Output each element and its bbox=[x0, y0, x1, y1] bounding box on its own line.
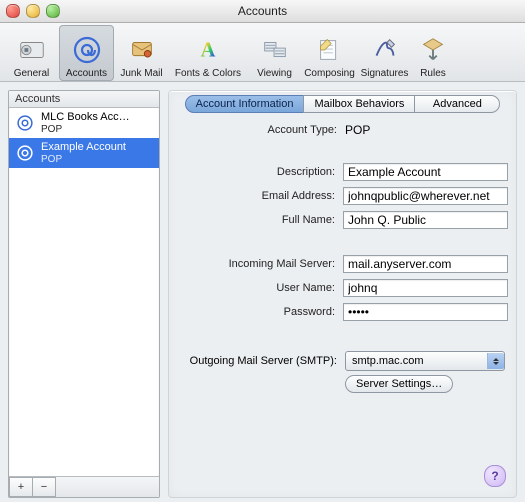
rules-icon bbox=[416, 33, 450, 67]
zoom-icon[interactable] bbox=[46, 4, 60, 18]
password-label: Password: bbox=[177, 306, 335, 318]
at-icon bbox=[15, 143, 35, 163]
email-input[interactable] bbox=[343, 187, 508, 205]
toolbar-item-general[interactable]: General bbox=[4, 25, 59, 81]
smtp-popup[interactable]: smtp.mac.com bbox=[345, 351, 505, 371]
compose-icon bbox=[313, 33, 347, 67]
tab-advanced[interactable]: Advanced bbox=[414, 95, 500, 113]
description-label: Description: bbox=[177, 166, 335, 178]
minimize-icon[interactable] bbox=[26, 4, 40, 18]
password-input[interactable] bbox=[343, 303, 508, 321]
toolbar-label: Accounts bbox=[66, 68, 107, 79]
account-type-value: POP bbox=[345, 123, 370, 137]
toolbar-label: Junk Mail bbox=[120, 68, 162, 79]
toolbar-label: Composing bbox=[304, 68, 355, 79]
smtp-label: Outgoing Mail Server (SMTP): bbox=[177, 355, 337, 367]
toolbar-label: Fonts & Colors bbox=[175, 68, 241, 79]
toolbar-item-fonts[interactable]: A Fonts & Colors bbox=[169, 25, 247, 81]
account-type-label: Account Type: bbox=[177, 124, 337, 136]
fonts-icon: A bbox=[191, 33, 225, 67]
email-label: Email Address: bbox=[177, 190, 335, 202]
toolbar-item-junk[interactable]: Junk Mail bbox=[114, 25, 169, 81]
tab-account-info[interactable]: Account Information bbox=[185, 95, 305, 113]
toolbar-label: Signatures bbox=[361, 68, 409, 79]
detail-tabs: Account Information Mailbox Behaviors Ad… bbox=[177, 95, 508, 113]
account-details-panel: Account Information Mailbox Behaviors Ad… bbox=[168, 90, 517, 498]
account-name: Example Account bbox=[41, 141, 126, 153]
toolbar-item-accounts[interactable]: Accounts bbox=[59, 25, 114, 81]
window-titlebar: Accounts bbox=[0, 0, 525, 23]
preferences-toolbar: General Accounts Junk Mail A Fonts & Col… bbox=[0, 23, 525, 82]
username-label: User Name: bbox=[177, 282, 335, 294]
incoming-label: Incoming Mail Server: bbox=[177, 258, 335, 270]
toolbar-label: Rules bbox=[420, 68, 446, 79]
popup-arrows-icon bbox=[487, 353, 504, 369]
toolbar-label: Viewing bbox=[257, 68, 292, 79]
close-icon[interactable] bbox=[6, 4, 20, 18]
at-icon bbox=[15, 113, 35, 133]
account-name: MLC Books Acc… bbox=[41, 111, 130, 123]
remove-account-button[interactable]: − bbox=[32, 477, 56, 497]
at-icon bbox=[70, 33, 104, 67]
accounts-list[interactable]: MLC Books Acc… POP Example Account POP bbox=[9, 108, 159, 476]
svg-text:A: A bbox=[201, 40, 216, 62]
account-type: POP bbox=[41, 124, 130, 135]
viewing-icon bbox=[258, 33, 292, 67]
account-type: POP bbox=[41, 154, 126, 165]
tab-mailbox-behaviors[interactable]: Mailbox Behaviors bbox=[303, 95, 415, 113]
description-input[interactable] bbox=[343, 163, 508, 181]
help-button[interactable]: ? bbox=[484, 465, 506, 487]
smtp-selected-value: smtp.mac.com bbox=[346, 355, 487, 367]
signature-icon bbox=[368, 33, 402, 67]
fullname-label: Full Name: bbox=[177, 214, 335, 226]
toolbar-item-composing[interactable]: Composing bbox=[302, 25, 357, 81]
server-settings-button[interactable]: Server Settings… bbox=[345, 375, 453, 393]
sidebar-header: Accounts bbox=[9, 91, 159, 108]
toolbar-label: General bbox=[14, 68, 50, 79]
toolbar-item-signatures[interactable]: Signatures bbox=[357, 25, 412, 81]
account-row[interactable]: MLC Books Acc… POP bbox=[9, 108, 159, 138]
toolbar-item-viewing[interactable]: Viewing bbox=[247, 25, 302, 81]
junk-icon bbox=[125, 33, 159, 67]
fullname-input[interactable] bbox=[343, 211, 508, 229]
username-input[interactable] bbox=[343, 279, 508, 297]
accounts-sidebar: Accounts MLC Books Acc… POP Example Acco… bbox=[8, 90, 160, 498]
toolbar-item-rules[interactable]: Rules bbox=[412, 25, 454, 81]
add-account-button[interactable]: + bbox=[9, 477, 33, 497]
window-title: Accounts bbox=[238, 4, 287, 18]
traffic-lights bbox=[6, 4, 60, 18]
switch-icon bbox=[15, 33, 49, 67]
account-row[interactable]: Example Account POP bbox=[9, 138, 159, 168]
incoming-input[interactable] bbox=[343, 255, 508, 273]
